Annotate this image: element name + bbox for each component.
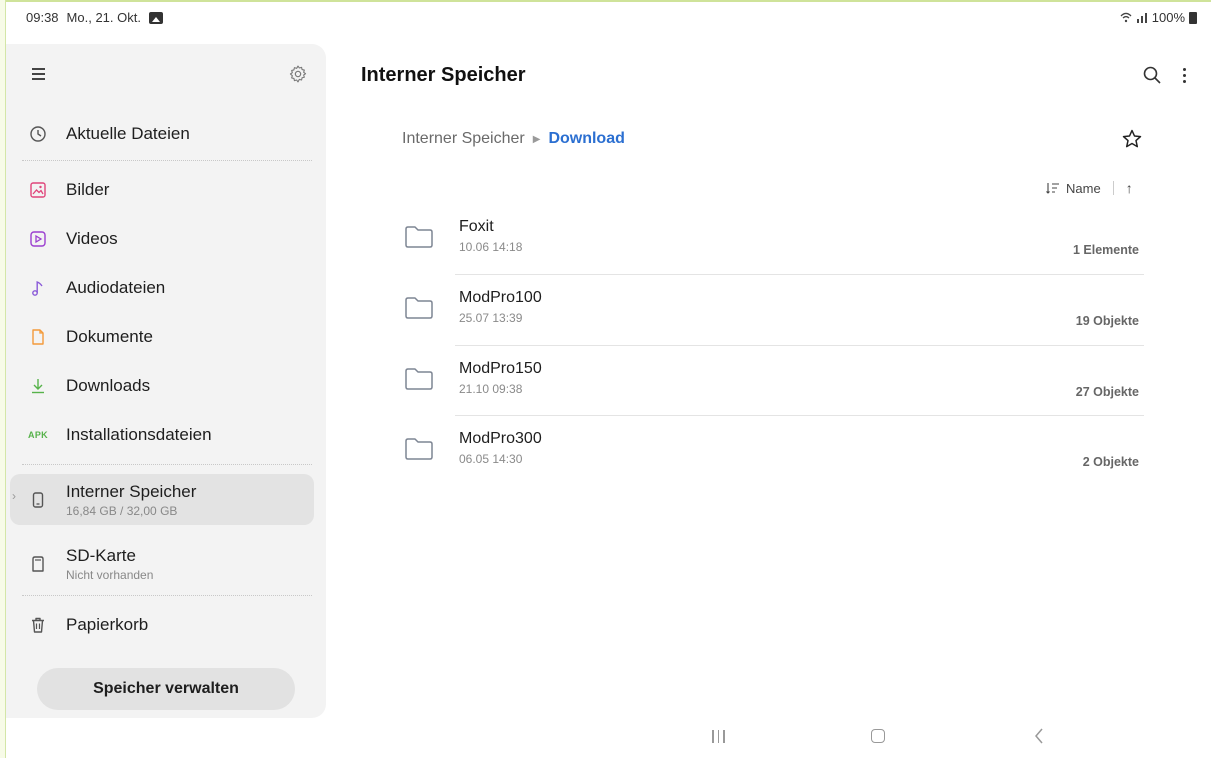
status-date: Mo., 21. Okt. bbox=[66, 10, 141, 25]
home-icon[interactable] bbox=[871, 729, 885, 743]
sidebar-item-label: Aktuelle Dateien bbox=[66, 124, 190, 143]
video-icon bbox=[30, 231, 46, 247]
folder-icon bbox=[405, 438, 433, 460]
status-bar: 09:38 Mo., 21. Okt. 100% bbox=[6, 2, 1211, 36]
folder-icon bbox=[405, 226, 433, 248]
sidebar-item-papierkorb[interactable]: Papierkorb bbox=[10, 602, 314, 648]
sidebar-item-label: Videos bbox=[66, 229, 118, 248]
sidebar-item-label: Installationsdateien bbox=[66, 425, 212, 444]
sidebar-item-label: Bilder bbox=[66, 180, 110, 199]
sidebar-item-audiodateien[interactable]: Audiodateien bbox=[10, 265, 314, 311]
status-right: 100% bbox=[1120, 10, 1197, 25]
sd-card-status: Nicht vorhanden bbox=[66, 567, 154, 582]
sidebar-item-bilder[interactable]: Bilder bbox=[10, 167, 314, 213]
image-icon bbox=[30, 182, 46, 198]
menu-icon[interactable] bbox=[32, 68, 45, 80]
sidebar-item-installationsdateien[interactable]: APK Installationsdateien bbox=[10, 412, 314, 458]
manage-storage-button[interactable]: Speicher verwalten bbox=[37, 668, 295, 710]
sort-bar: Name ↑ bbox=[1046, 180, 1133, 196]
phone-icon bbox=[32, 491, 44, 508]
gallery-notification-icon bbox=[148, 11, 163, 24]
sort-direction-up-icon[interactable]: ↑ bbox=[1126, 180, 1133, 196]
download-icon bbox=[32, 379, 44, 394]
sidebar-divider bbox=[22, 464, 312, 465]
file-count: 2 Objekte bbox=[1082, 455, 1139, 469]
folder-icon bbox=[405, 368, 433, 390]
sidebar-item-label: SD-Karte bbox=[66, 545, 136, 565]
sidebar-item-dokumente[interactable]: Dokumente bbox=[10, 314, 314, 360]
file-name: ModPro150 bbox=[459, 360, 542, 377]
more-options-icon[interactable] bbox=[1176, 64, 1192, 86]
breadcrumb: Interner Speicher ▶ Download bbox=[402, 130, 625, 148]
wifi-icon bbox=[1120, 12, 1132, 23]
battery-icon bbox=[1189, 11, 1197, 24]
status-time: 09:38 bbox=[26, 10, 59, 25]
gear-icon[interactable] bbox=[288, 64, 308, 84]
sidebar-item-downloads[interactable]: Downloads bbox=[10, 363, 314, 409]
breadcrumb-root[interactable]: Interner Speicher bbox=[402, 130, 525, 148]
list-item[interactable]: ModPro300 06.05 14:30 2 Objekte bbox=[392, 418, 1152, 488]
list-item[interactable]: ModPro100 25.07 13:39 19 Objekte bbox=[392, 277, 1152, 347]
sidebar-item-label: Dokumente bbox=[66, 327, 153, 346]
breadcrumb-current[interactable]: Download bbox=[548, 130, 624, 148]
sort-label: Name bbox=[1066, 180, 1101, 196]
recent-apps-icon[interactable] bbox=[712, 730, 725, 743]
storage-usage: 16,84 GB / 32,00 GB bbox=[66, 503, 178, 518]
sidebar-divider bbox=[22, 595, 312, 596]
chevron-right-icon: › bbox=[12, 489, 16, 503]
status-left: 09:38 Mo., 21. Okt. bbox=[26, 10, 163, 25]
sidebar-item-label: Interner Speicher bbox=[66, 481, 197, 501]
sidebar-item-videos[interactable]: Videos bbox=[10, 216, 314, 262]
row-divider bbox=[455, 274, 1144, 275]
sidebar-item-label: Audiodateien bbox=[66, 278, 166, 297]
breadcrumb-separator-icon: ▶ bbox=[532, 133, 541, 145]
file-count: 27 Objekte bbox=[1075, 385, 1139, 399]
file-name: Foxit bbox=[459, 218, 494, 235]
apk-icon: APK bbox=[28, 430, 48, 440]
list-item[interactable]: ModPro150 21.10 09:38 27 Objekte bbox=[392, 348, 1152, 418]
signal-icon bbox=[1136, 13, 1147, 23]
file-name: ModPro100 bbox=[459, 289, 542, 306]
sidebar-item-interner-speicher[interactable]: › Interner Speicher 16,84 GB / 32,00 GB bbox=[10, 474, 314, 525]
row-divider bbox=[455, 415, 1144, 416]
folder-icon bbox=[405, 297, 433, 319]
sort-by-button[interactable]: Name bbox=[1046, 181, 1101, 196]
sidebar-item-label: Papierkorb bbox=[66, 615, 149, 634]
clock-icon bbox=[30, 126, 46, 142]
back-icon[interactable] bbox=[1033, 727, 1045, 745]
row-divider bbox=[455, 345, 1144, 346]
file-count: 1 Elemente bbox=[1072, 243, 1139, 257]
search-icon[interactable] bbox=[1141, 64, 1163, 86]
sort-icon bbox=[1046, 183, 1059, 194]
sidebar-item-label: Downloads bbox=[66, 376, 151, 395]
sd-card-icon bbox=[32, 555, 44, 572]
file-name: ModPro300 bbox=[459, 430, 542, 447]
star-icon[interactable] bbox=[1121, 128, 1143, 150]
sidebar-item-aktuelle-dateien[interactable]: Aktuelle Dateien bbox=[10, 111, 314, 157]
document-icon bbox=[32, 329, 44, 345]
file-date: 10.06 14:18 bbox=[459, 240, 523, 254]
file-count: 19 Objekte bbox=[1075, 314, 1139, 328]
navigation-bar bbox=[6, 718, 1211, 758]
sidebar-item-sd-karte[interactable]: SD-Karte Nicht vorhanden bbox=[10, 538, 314, 589]
page-title: Interner Speicher bbox=[361, 64, 526, 86]
list-item[interactable]: Foxit 10.06 14:18 1 Elemente bbox=[392, 206, 1152, 276]
sort-separator bbox=[1112, 181, 1114, 195]
file-date: 21.10 09:38 bbox=[459, 382, 523, 396]
sidebar-header bbox=[6, 44, 326, 104]
file-date: 25.07 13:39 bbox=[459, 311, 523, 325]
sidebar: Aktuelle Dateien Bilder Videos Audiodate… bbox=[6, 44, 326, 718]
sidebar-divider bbox=[22, 160, 312, 161]
file-date: 06.05 14:30 bbox=[459, 452, 523, 466]
trash-icon bbox=[32, 617, 44, 633]
battery-percent: 100% bbox=[1151, 10, 1185, 25]
music-note-icon bbox=[32, 281, 43, 296]
